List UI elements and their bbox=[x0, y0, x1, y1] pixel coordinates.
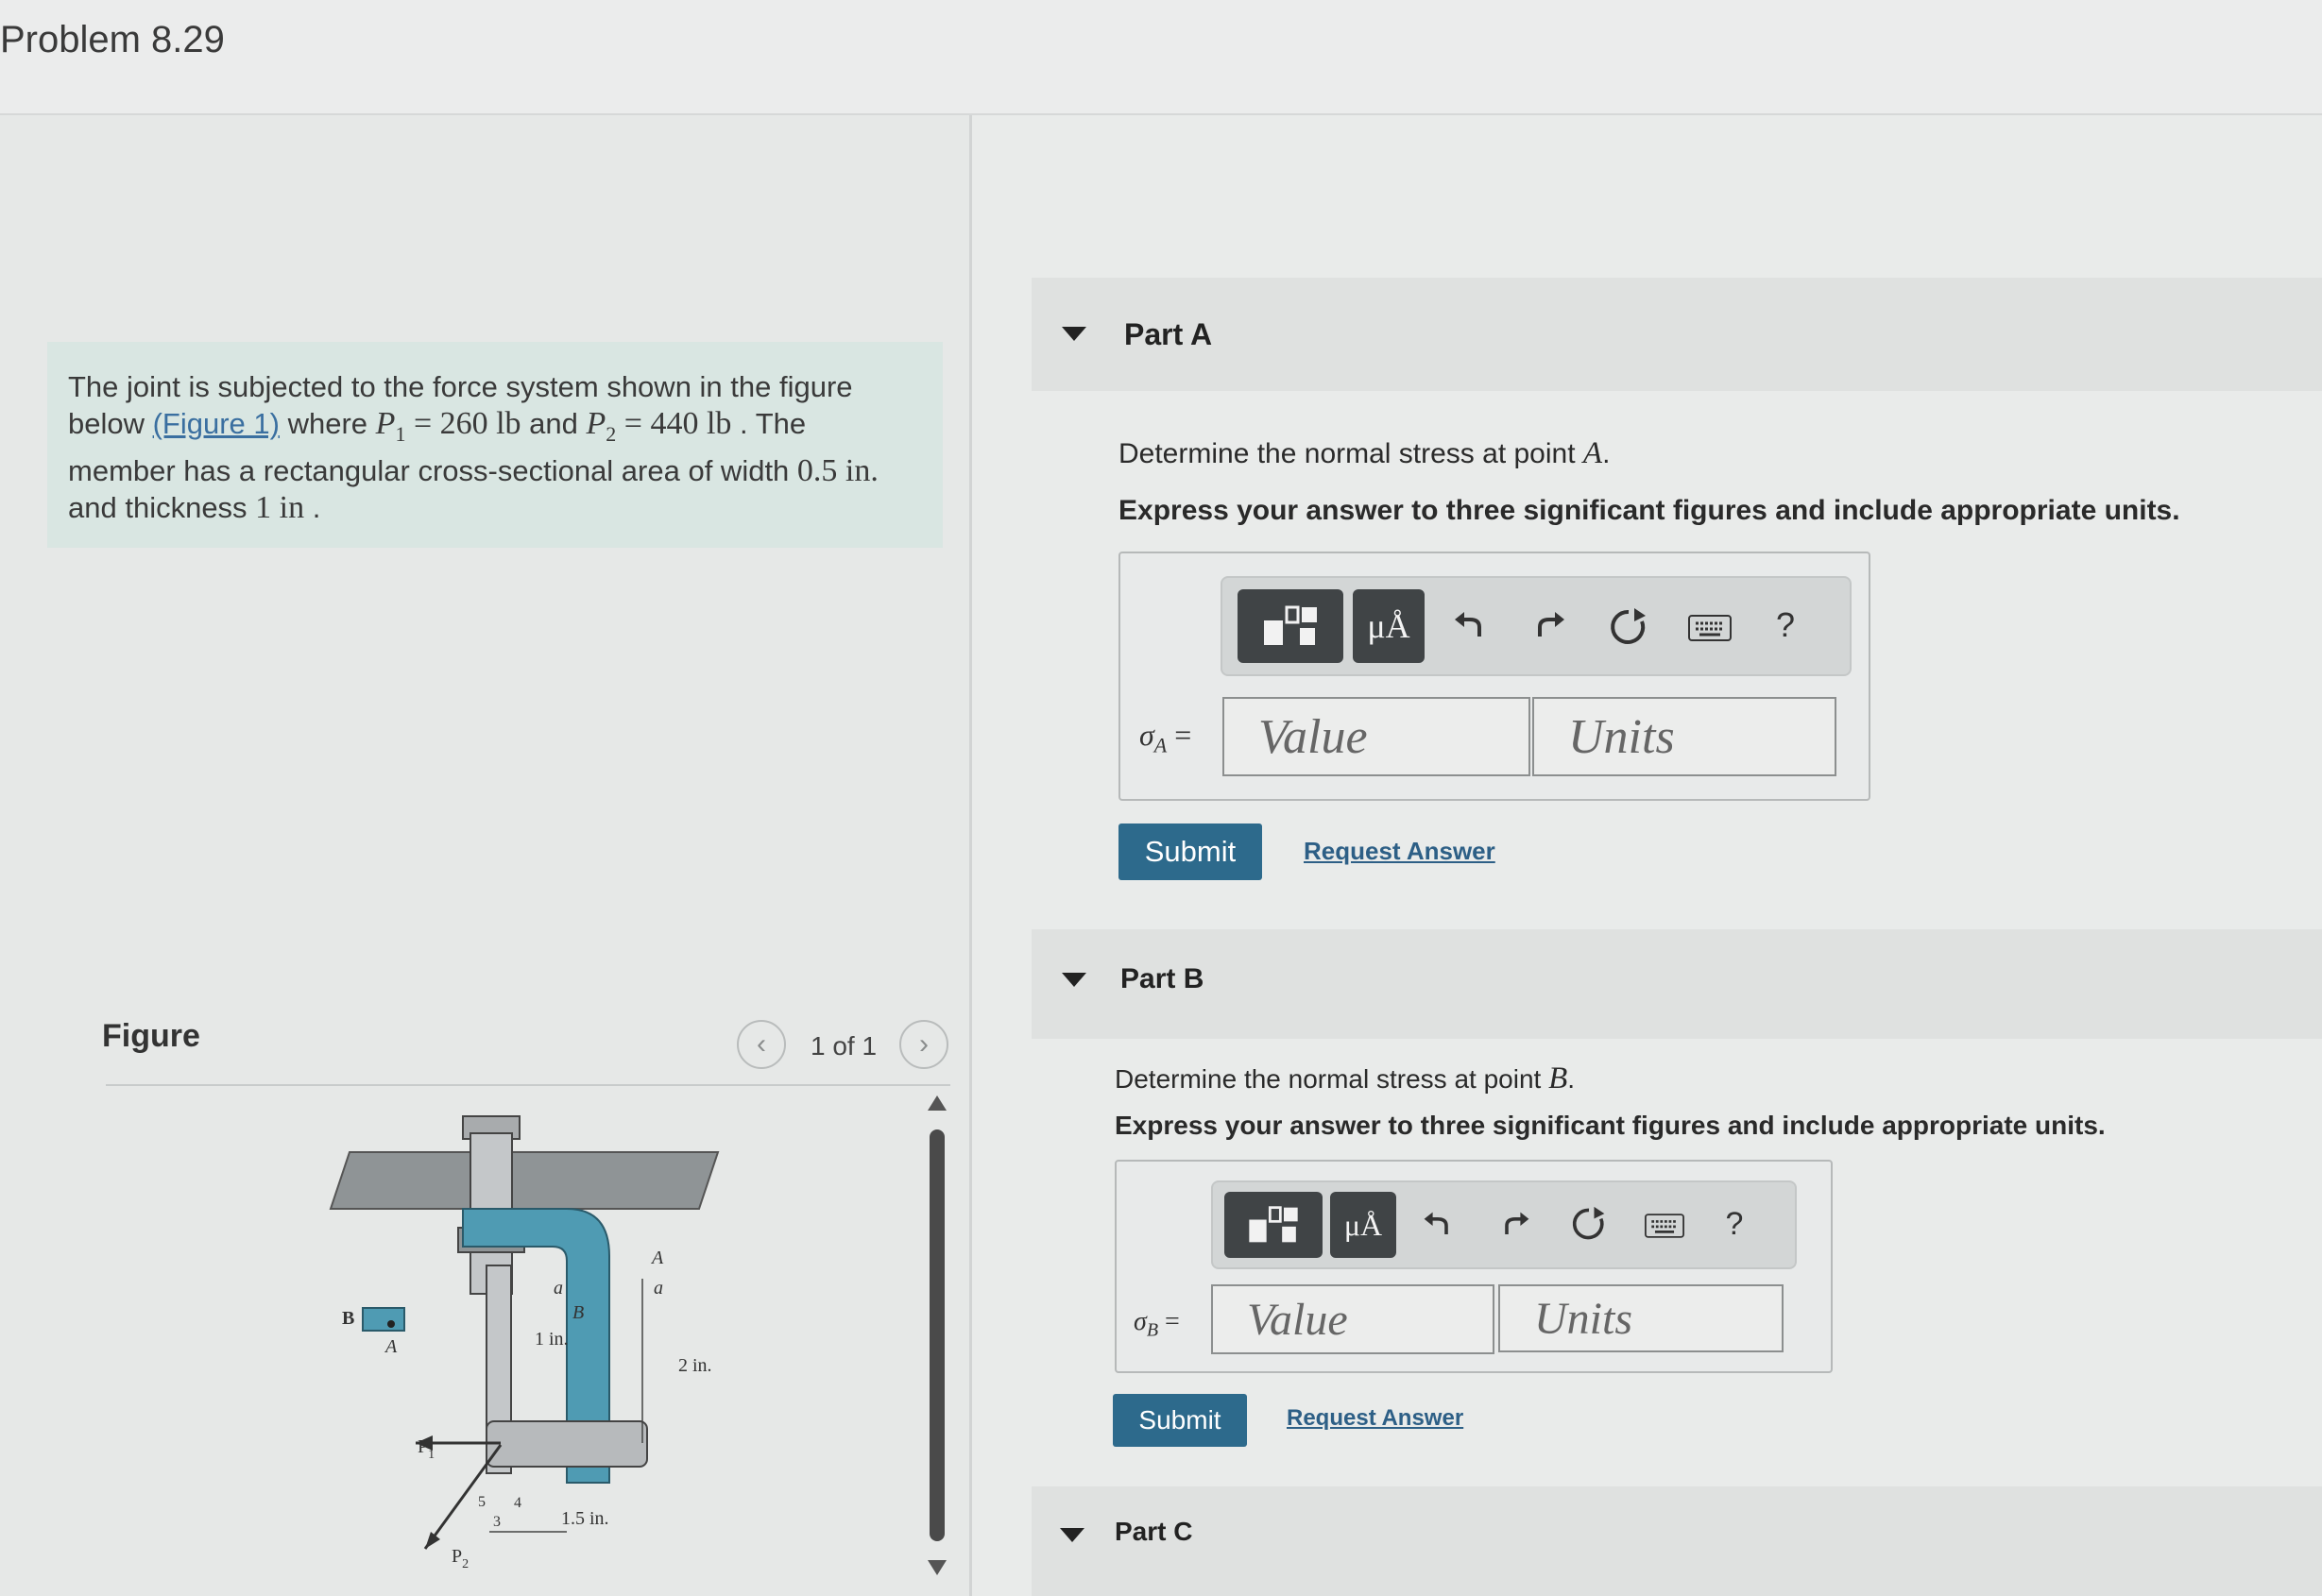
thickness-value: 1 in bbox=[255, 489, 305, 525]
cross-section bbox=[362, 1307, 405, 1332]
part-a-request-answer-link[interactable]: Request Answer bbox=[1304, 837, 1495, 866]
joint-figure: B A a B 1 in. A a 2 in. P1 P2 5 4 3 1.5 … bbox=[329, 1115, 720, 1571]
scroll-up-arrow[interactable] bbox=[928, 1095, 947, 1111]
fig-label-three: 3 bbox=[493, 1514, 501, 1530]
p2-arrowhead bbox=[425, 1532, 440, 1549]
undo-icon[interactable] bbox=[1443, 601, 1496, 654]
part-b-value-input[interactable]: Value bbox=[1211, 1284, 1494, 1354]
p2-symbol: P2 bbox=[586, 406, 617, 446]
part-b-title: Part B bbox=[1120, 963, 1204, 994]
part-c-title: Part C bbox=[1115, 1517, 1193, 1546]
fig-label-a-right: A bbox=[650, 1248, 664, 1268]
fig-label-b-mid: B bbox=[572, 1302, 584, 1323]
chevron-left-icon: ‹ bbox=[757, 1028, 766, 1060]
fig-label-five: 5 bbox=[478, 1494, 486, 1510]
p1-value: = 260 lb bbox=[405, 406, 521, 441]
fig-label-a-small: a bbox=[554, 1278, 563, 1299]
statement-line-2: below (Figure 1) where P1 = 260 lb and P… bbox=[68, 406, 807, 446]
fig-label-b-left: B bbox=[342, 1308, 354, 1329]
fig-label-a-right-small: a bbox=[654, 1278, 663, 1299]
templates-icon[interactable] bbox=[1224, 1192, 1323, 1258]
chevron-right-icon: › bbox=[919, 1028, 929, 1060]
problem-title: Problem 8.29 bbox=[0, 19, 225, 60]
fig-label-two-in: 2 in. bbox=[678, 1355, 712, 1376]
problem-header: Problem 8.29 bbox=[0, 0, 2322, 115]
part-b-submit-button[interactable]: Submit bbox=[1113, 1394, 1247, 1447]
part-a-value-input[interactable]: Value bbox=[1222, 697, 1530, 776]
part-b-request-answer-link[interactable]: Request Answer bbox=[1287, 1405, 1463, 1432]
fig-label-one-in: 1 in. bbox=[535, 1329, 569, 1350]
statement-line-3: member has a rectangular cross-sectional… bbox=[68, 452, 879, 488]
fig-label-four: 4 bbox=[514, 1495, 521, 1511]
part-c-header[interactable] bbox=[1032, 1486, 2322, 1596]
part-a-question: Determine the normal stress at point A. bbox=[1118, 436, 1611, 470]
part-a-submit-button[interactable]: Submit bbox=[1118, 823, 1262, 880]
caret-down-icon[interactable] bbox=[1062, 327, 1086, 341]
figure-next-button[interactable]: › bbox=[899, 1020, 948, 1069]
part-b-question: Determine the normal stress at point B. bbox=[1115, 1061, 1576, 1095]
redo-icon[interactable] bbox=[1523, 601, 1576, 654]
caret-down-icon[interactable] bbox=[1060, 1528, 1084, 1542]
units-icon[interactable]: μÅ bbox=[1353, 589, 1425, 663]
statement-line-1: The joint is subjected to the force syst… bbox=[68, 370, 853, 403]
part-b-units-input[interactable]: Units bbox=[1498, 1284, 1784, 1352]
templates-icon[interactable] bbox=[1238, 589, 1343, 663]
keyboard-icon[interactable] bbox=[1638, 1205, 1691, 1247]
figure-link[interactable]: (Figure 1) bbox=[153, 407, 280, 440]
keyboard-icon[interactable] bbox=[1682, 604, 1738, 652]
units-icon[interactable]: μÅ bbox=[1330, 1192, 1396, 1258]
pin bbox=[486, 1420, 648, 1468]
help-icon[interactable]: ? bbox=[1714, 1199, 1755, 1248]
p2-value: = 440 lb bbox=[616, 406, 732, 441]
redo-icon[interactable] bbox=[1491, 1201, 1540, 1250]
part-b-header[interactable] bbox=[1032, 929, 2322, 1039]
part-a-symbol: σA = bbox=[1139, 718, 1192, 757]
statement-line-4: and thickness 1 in . bbox=[68, 489, 321, 525]
help-icon[interactable]: ? bbox=[1763, 599, 1808, 652]
fig-label-p2: P2 bbox=[452, 1546, 469, 1571]
undo-icon[interactable] bbox=[1413, 1201, 1462, 1250]
reset-icon[interactable] bbox=[1602, 601, 1655, 654]
fig-label-one-five-in: 1.5 in. bbox=[561, 1508, 609, 1529]
part-a-instruction: Express your answer to three significant… bbox=[1118, 495, 2180, 526]
part-a-header[interactable] bbox=[1032, 278, 2322, 391]
caret-down-icon[interactable] bbox=[1062, 973, 1086, 987]
scroll-down-arrow[interactable] bbox=[928, 1560, 947, 1575]
width-value: 0.5 in. bbox=[796, 452, 879, 488]
cross-section-point bbox=[387, 1320, 395, 1328]
reset-icon[interactable] bbox=[1564, 1199, 1613, 1248]
part-a-title: Part A bbox=[1124, 317, 1213, 351]
figure-scrollbar[interactable] bbox=[930, 1129, 945, 1541]
support-plate bbox=[329, 1151, 720, 1210]
fig-label-a-left: A bbox=[384, 1336, 398, 1357]
figure-divider bbox=[106, 1084, 950, 1086]
templates-glyph bbox=[1249, 1206, 1298, 1243]
problem-statement: The joint is subjected to the force syst… bbox=[47, 342, 943, 548]
part-a-units-input[interactable]: Units bbox=[1532, 697, 1836, 776]
part-b-symbol: σB = bbox=[1134, 1307, 1180, 1341]
p1-symbol: P1 bbox=[375, 406, 406, 446]
templates-glyph bbox=[1264, 605, 1317, 645]
p2-force-arrow bbox=[423, 1444, 503, 1550]
part-b-instruction: Express your answer to three significant… bbox=[1115, 1111, 2106, 1140]
figure-page-count: 1 of 1 bbox=[811, 1031, 878, 1061]
figure-label: Figure bbox=[102, 1018, 200, 1054]
figure-prev-button[interactable]: ‹ bbox=[737, 1020, 786, 1069]
